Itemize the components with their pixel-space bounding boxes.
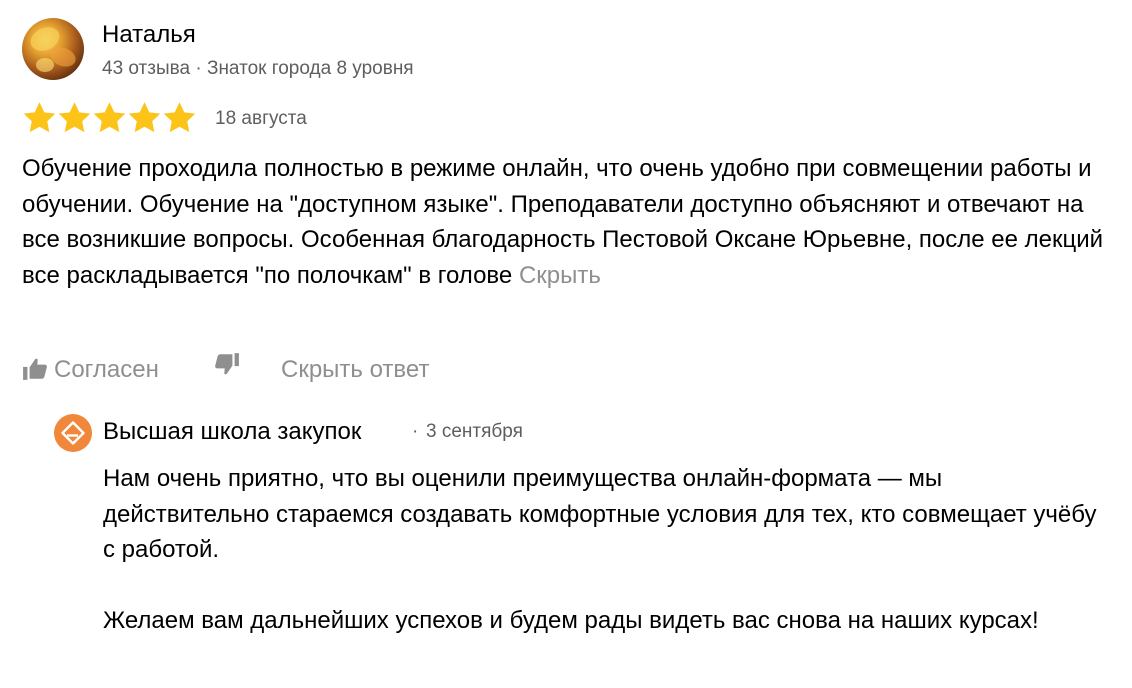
- review-text: Обучение проходила полностью в режиме он…: [22, 151, 1122, 293]
- rating-stars: [22, 100, 197, 136]
- star-icon: [162, 100, 197, 136]
- author-avatar[interactable]: [22, 18, 84, 80]
- star-icon: [127, 100, 162, 136]
- reply-text: Нам очень приятно, что вы оценили преиму…: [103, 461, 1113, 639]
- collapse-text-link[interactable]: Скрыть: [519, 262, 601, 289]
- author-meta: 43 отзыва · Знаток города 8 уровня: [102, 58, 414, 79]
- reply-date: 3 сентября: [426, 421, 523, 442]
- agree-button[interactable]: Согласен: [54, 354, 159, 386]
- review-card: Наталья 43 отзыва · Знаток города 8 уров…: [0, 0, 1132, 688]
- star-icon: [57, 100, 92, 136]
- star-icon: [22, 100, 57, 136]
- review-actions: Согласен Скрыть ответ: [22, 350, 622, 390]
- star-icon: [92, 100, 127, 136]
- reply-paragraph: Нам очень приятно, что вы оценили преиму…: [103, 465, 1097, 563]
- reply-paragraph: Желаем вам дальнейших успехов и будем ра…: [103, 607, 1039, 634]
- review-date: 18 августа: [215, 108, 307, 129]
- org-name[interactable]: Высшая школа закупок: [103, 417, 361, 447]
- thumbs-up-icon[interactable]: [22, 356, 48, 382]
- author-name[interactable]: Наталья: [102, 20, 196, 50]
- meta-separator: ·: [412, 421, 419, 442]
- org-logo-icon[interactable]: [54, 414, 92, 452]
- hide-answer-button[interactable]: Скрыть ответ: [281, 354, 429, 386]
- thumbs-down-icon[interactable]: [214, 351, 240, 377]
